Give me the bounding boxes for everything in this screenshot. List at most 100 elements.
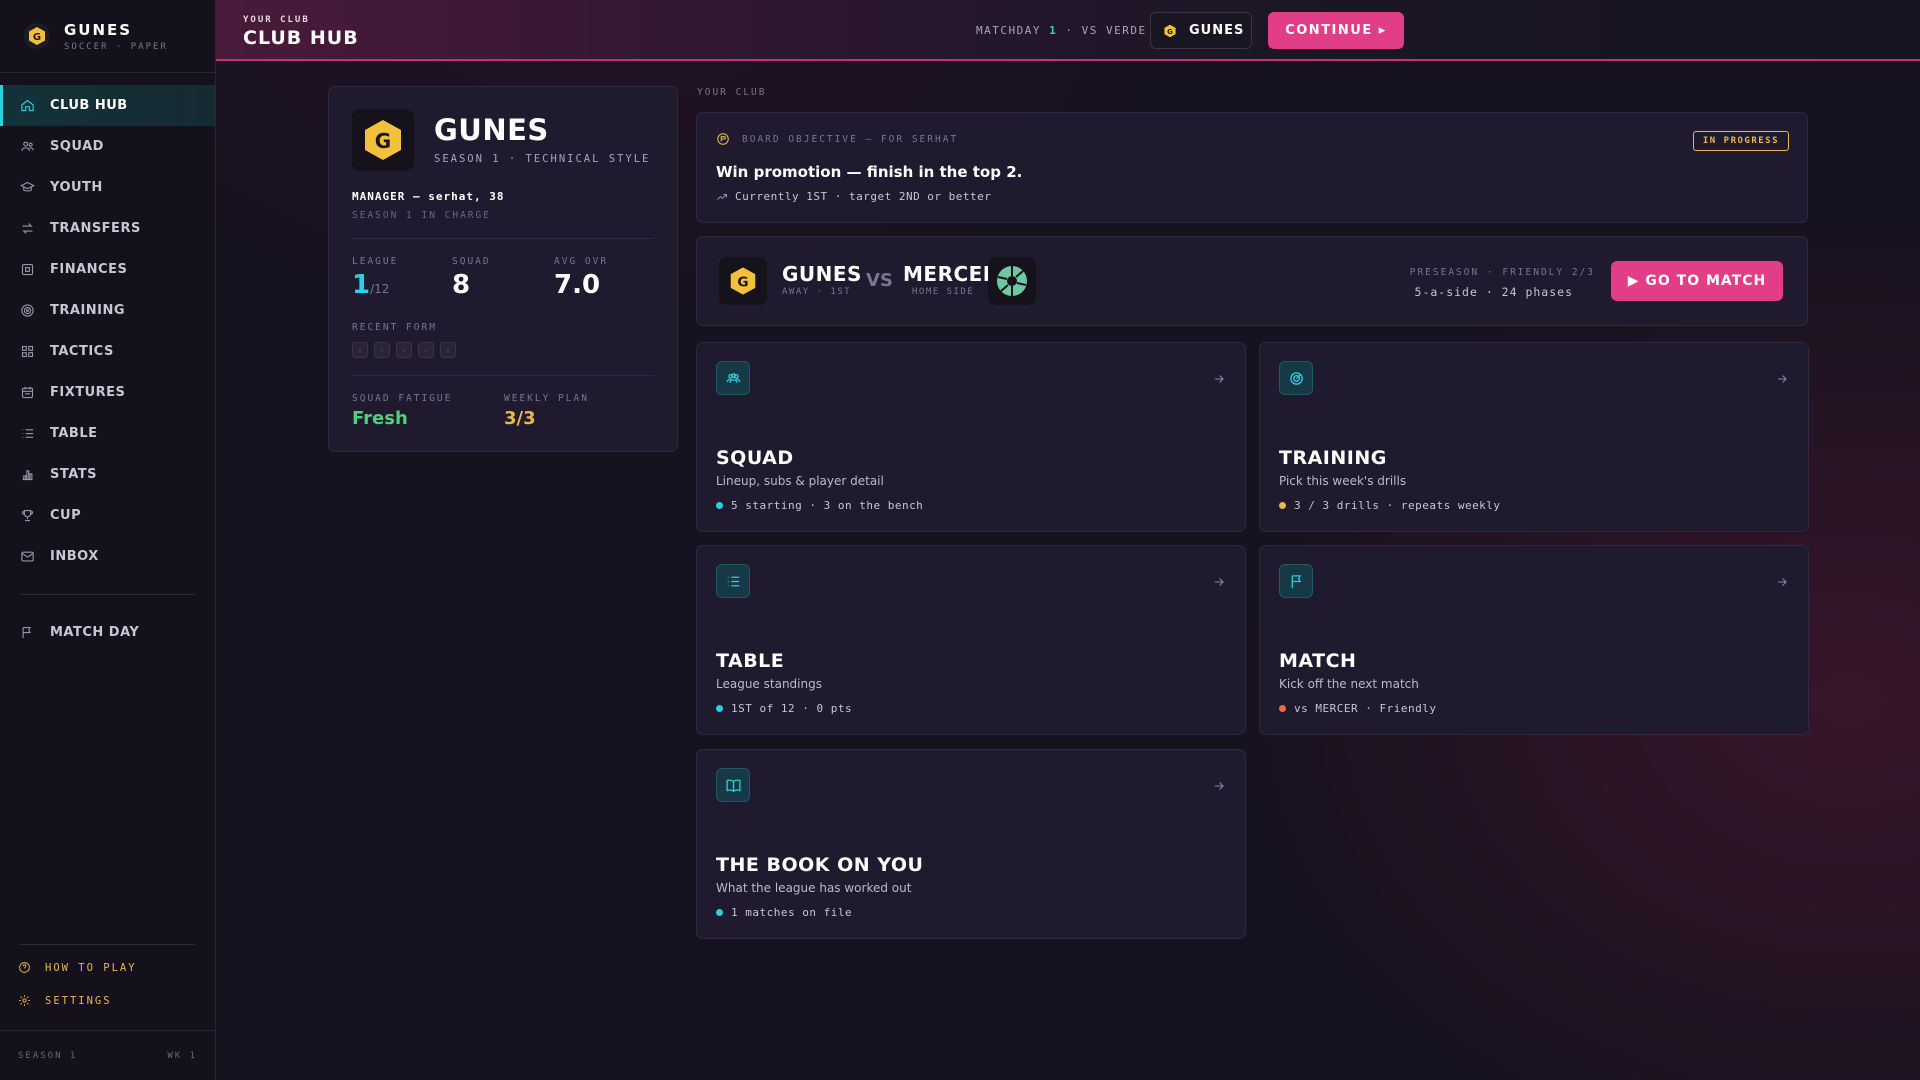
club-crest-icon: G xyxy=(1164,24,1176,37)
sidebar-divider xyxy=(20,944,195,945)
sidebar-item-youth[interactable]: YOUTH xyxy=(0,167,215,208)
form-result: - xyxy=(440,342,456,358)
target-icon xyxy=(717,133,729,145)
next-fixture-card: G GUNES AWAY · 1ST VS MERCER HOME SIDE P… xyxy=(696,236,1808,326)
tile-subtitle: League standings xyxy=(716,677,822,691)
flag-icon xyxy=(1279,564,1313,598)
sidebar-item-label: SQUAD xyxy=(50,139,104,154)
fixture-competition: PRESEASON · FRIENDLY 2/3 xyxy=(1409,267,1595,278)
matchday-prefix: MATCHDAY xyxy=(976,24,1041,37)
breadcrumb-parent: YOUR CLUB xyxy=(243,15,310,25)
sidebar-item-inbox[interactable]: INBOX xyxy=(0,536,215,577)
arrow-right-icon xyxy=(1212,574,1226,588)
trophy-icon xyxy=(21,509,34,522)
svg-text:G: G xyxy=(1167,27,1173,35)
sidebar-item-table[interactable]: TABLE xyxy=(0,413,215,454)
ovr-value: 7.0 xyxy=(554,270,601,300)
sidebar-item-stats[interactable]: STATS xyxy=(0,454,215,495)
help-circle-icon xyxy=(19,962,30,973)
sidebar-nav: CLUB HUB SQUAD YOUTH TRANSFERS FINANCES … xyxy=(0,73,215,653)
users-icon xyxy=(21,141,34,151)
club-condition: SQUAD FATIGUE Fresh WEEKLY PLAN 3/3 xyxy=(352,393,654,429)
tile-subtitle: Lineup, subs & player detail xyxy=(716,474,884,488)
tile-meta: 5 starting · 3 on the bench xyxy=(716,499,923,512)
away-team-sub: HOME SIDE xyxy=(912,287,975,297)
sidebar: G GUNES SOCCER · PAPER CLUB HUB SQUAD YO… xyxy=(0,0,216,1080)
list-icon xyxy=(22,429,34,438)
settings-label: SETTINGS xyxy=(45,994,112,1007)
sidebar-item-label: CLUB HUB xyxy=(50,98,128,113)
objective-label: BOARD OBJECTIVE — FOR SERHAT xyxy=(742,133,959,145)
sidebar-item-club-hub[interactable]: CLUB HUB xyxy=(0,85,215,126)
sidebar-item-label: FINANCES xyxy=(50,262,128,277)
league-stat: LEAGUE 1/12 xyxy=(352,256,452,300)
transfer-arrows-icon xyxy=(22,223,33,234)
tile-match[interactable]: MATCH Kick off the next match vs MERCER … xyxy=(1259,545,1809,735)
sidebar-item-label: TACTICS xyxy=(50,344,114,359)
tile-squad[interactable]: SQUAD Lineup, subs & player detail 5 sta… xyxy=(696,342,1246,532)
gear-icon xyxy=(19,995,30,1006)
sidebar-item-tactics[interactable]: TACTICS xyxy=(0,331,215,372)
trend-up-icon xyxy=(717,193,727,200)
club-season-style: SEASON 1 · TECHNICAL STYLE xyxy=(434,152,651,165)
matchday-opponent: · VS VERDE xyxy=(1065,24,1147,37)
sidebar-item-training[interactable]: TRAINING xyxy=(0,290,215,331)
brand[interactable]: G GUNES SOCCER · PAPER xyxy=(0,0,215,73)
form-result: - xyxy=(352,342,368,358)
tile-training[interactable]: TRAINING Pick this week's drills 3 / 3 d… xyxy=(1259,342,1809,532)
svg-text:G: G xyxy=(33,32,41,43)
how-to-play-link[interactable]: HOW TO PLAY xyxy=(0,951,215,984)
book-icon xyxy=(716,768,750,802)
home-icon xyxy=(21,99,34,112)
sidebar-item-cup[interactable]: CUP xyxy=(0,495,215,536)
status-dot xyxy=(716,502,723,509)
continue-button[interactable]: CONTINUE ▸ xyxy=(1268,12,1404,49)
weekly-plan-value: 3/3 xyxy=(504,408,536,429)
objective-status: Currently 1ST · target 2ND or better xyxy=(735,190,992,203)
arrow-right-icon xyxy=(1212,371,1226,385)
tile-title: MATCH xyxy=(1279,650,1357,672)
how-to-play-label: HOW TO PLAY xyxy=(45,961,137,974)
tile-title: TRAINING xyxy=(1279,447,1387,469)
settings-link[interactable]: SETTINGS xyxy=(0,984,215,1017)
form-result: - xyxy=(396,342,412,358)
mail-icon xyxy=(21,551,34,562)
ovr-stat: AVG OVR 7.0 xyxy=(554,256,608,300)
sidebar-item-label: MATCH DAY xyxy=(50,625,140,640)
tile-table[interactable]: TABLE League standings 1ST of 12 · 0 pts xyxy=(696,545,1246,735)
weekly-plan-label: WEEKLY PLAN xyxy=(504,393,589,404)
squad-count: 8 xyxy=(452,270,471,300)
sidebar-item-label: YOUTH xyxy=(50,180,103,195)
objective-text: Win promotion — finish in the top 2. xyxy=(716,163,1023,181)
brand-name: GUNES xyxy=(64,20,133,39)
tile-meta-text: 5 starting · 3 on the bench xyxy=(731,499,924,512)
sidebar-item-fixtures[interactable]: FIXTURES xyxy=(0,372,215,413)
club-stats: LEAGUE 1/12 SQUAD 8 AVG OVR 7.0 xyxy=(352,256,654,300)
bar-chart-icon xyxy=(22,470,33,481)
grid-icon xyxy=(21,345,34,358)
users-icon xyxy=(716,361,750,395)
svg-text:G: G xyxy=(375,129,391,153)
home-team-name: GUNES xyxy=(782,262,862,286)
matchday-indicator: MATCHDAY 1 · VS VERDE xyxy=(976,24,1147,37)
tile-meta: vs MERCER · Friendly xyxy=(1279,702,1436,715)
tile-book-on-you[interactable]: THE BOOK ON YOU What the league has work… xyxy=(696,749,1246,939)
club-crest-icon: G xyxy=(352,109,414,171)
status-badge: IN PROGRESS xyxy=(1692,131,1789,151)
club-name: GUNES xyxy=(434,112,549,147)
sidebar-item-match-day[interactable]: MATCH DAY xyxy=(0,612,215,653)
fixture-format: 5-a-side · 24 phases xyxy=(1414,285,1573,299)
recent-form-label: RECENT FORM xyxy=(352,322,437,333)
sidebar-item-transfers[interactable]: TRANSFERS xyxy=(0,208,215,249)
board-objective-card: BOARD OBJECTIVE — FOR SERHAT Win promoti… xyxy=(696,112,1808,223)
status-dot xyxy=(716,909,723,916)
section-label: YOUR CLUB xyxy=(697,87,767,98)
page-title: CLUB HUB xyxy=(243,27,359,49)
sidebar-item-squad[interactable]: SQUAD xyxy=(0,126,215,167)
league-position: 1 xyxy=(352,270,371,300)
manager-info: MANAGER — serhat, 38 xyxy=(352,190,505,203)
club-switcher[interactable]: G GUNES xyxy=(1150,12,1252,49)
manager-tenure: SEASON 1 IN CHARGE xyxy=(352,210,491,221)
go-to-match-button[interactable]: ▶ GO TO MATCH xyxy=(1611,261,1783,301)
sidebar-item-finances[interactable]: FINANCES xyxy=(0,249,215,290)
